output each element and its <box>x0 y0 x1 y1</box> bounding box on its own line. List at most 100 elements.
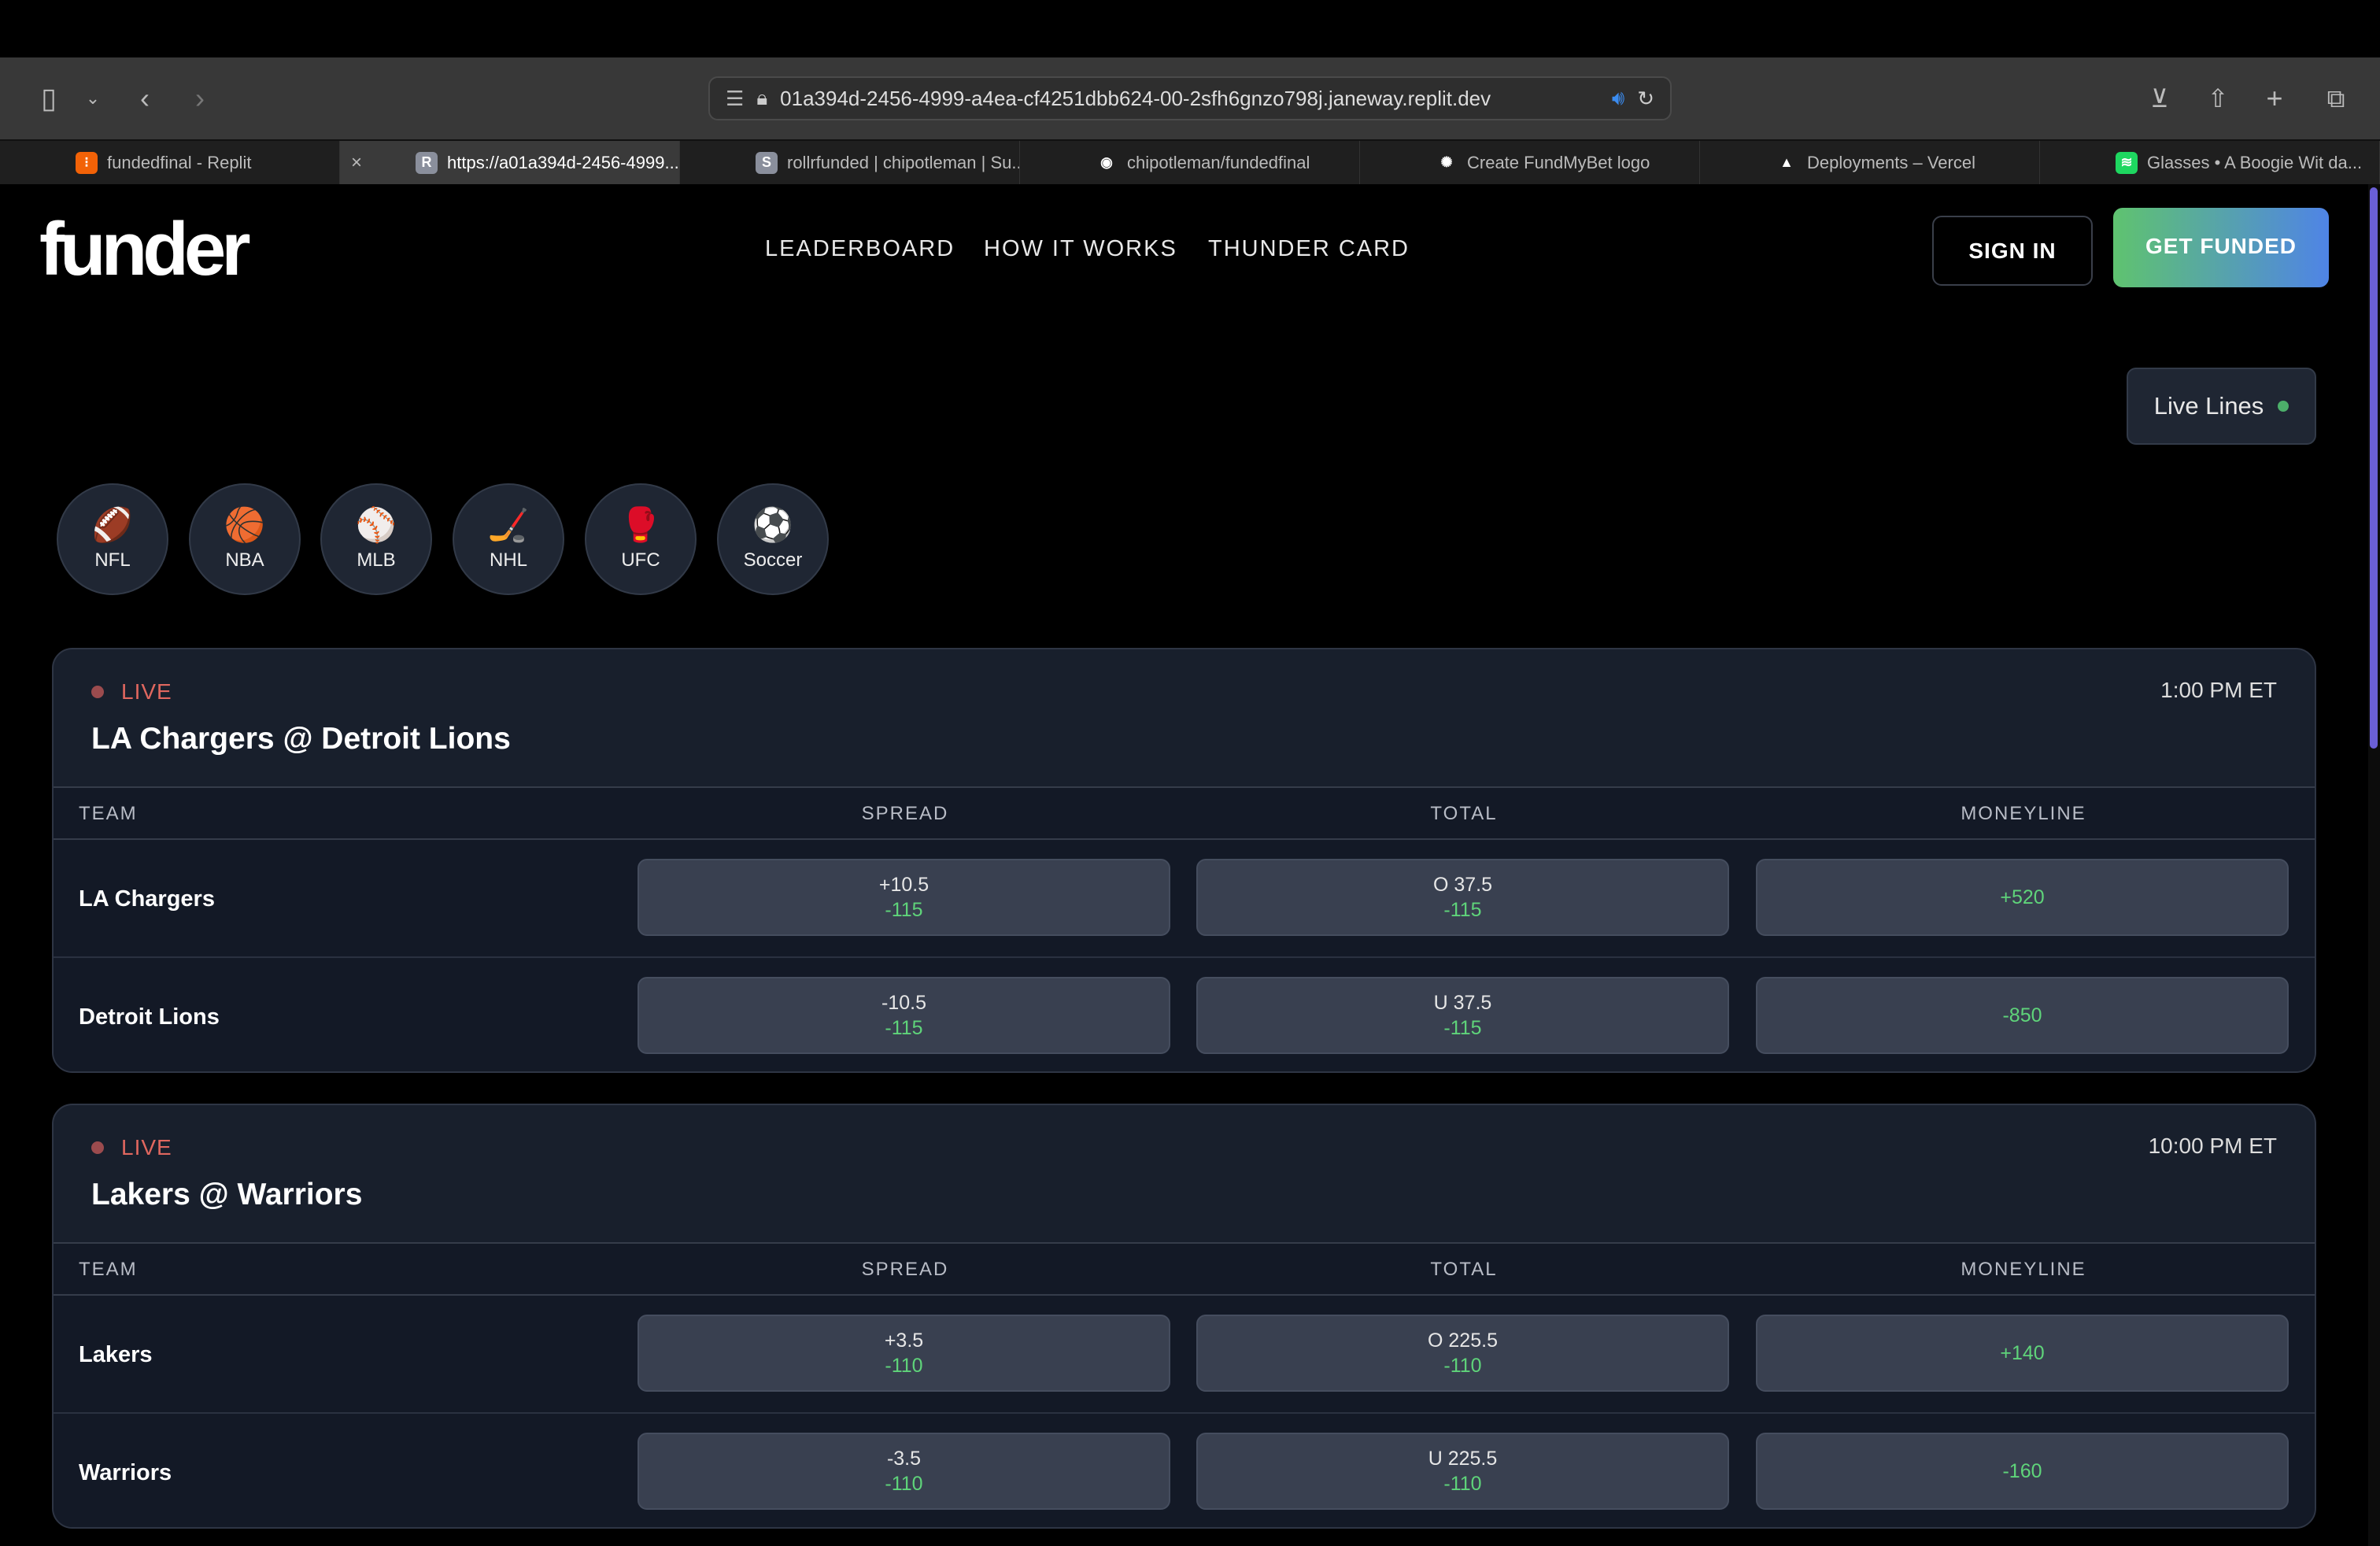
moneyline-bet-button[interactable]: -850 <box>1756 977 2289 1054</box>
team-name: Warriors <box>79 1460 172 1485</box>
game-card: LIVE 1:00 PM ET LA Chargers @ Detroit Li… <box>52 648 2316 1073</box>
scrollbar-thumb[interactable] <box>2370 187 2378 749</box>
window-titlebar <box>0 0 2380 57</box>
game-title: Lakers @ Warriors <box>91 1178 363 1211</box>
s-icon: S <box>756 151 778 174</box>
download-icon[interactable]: ⊻ <box>2142 81 2177 116</box>
nba-ball-icon: 🏀 <box>224 506 266 543</box>
share-icon[interactable]: ⇧ <box>2201 81 2235 116</box>
openai-icon: ✺ <box>1440 154 1453 170</box>
live-dot-icon <box>91 686 104 698</box>
moneyline-odds: +520 <box>2000 886 2045 908</box>
spread-line: +10.5 <box>878 874 929 896</box>
sign-in-button[interactable]: SIGN IN <box>1932 216 2093 286</box>
reader-icon[interactable]: ☰ <box>726 87 744 111</box>
total-bet-button[interactable]: U 225.5 -110 <box>1196 1433 1729 1510</box>
sport-filter-nfl[interactable]: 🏈 NFL <box>57 483 168 595</box>
live-indicator: LIVE <box>91 679 172 705</box>
spread-odds: -110 <box>885 1355 923 1377</box>
get-funded-button[interactable]: GET FUNDED <box>2113 208 2329 287</box>
forward-icon: › <box>195 82 205 114</box>
spread-bet-button[interactable]: -3.5 -110 <box>638 1433 1170 1510</box>
sport-filter-nba[interactable]: 🏀 NBA <box>189 483 301 595</box>
browser-tab[interactable]: × Rhttps://a01a394d-2456-4999... <box>340 141 680 184</box>
replit-icon: ⁝ <box>76 151 98 174</box>
table-header: TEAM SPREAD TOTAL MONEYLINE <box>54 1244 2315 1296</box>
nav-thunder-card[interactable]: THUNDER CARD <box>1208 236 1410 262</box>
game-time: 10:00 PM ET <box>2148 1134 2277 1158</box>
column-spread: SPREAD <box>861 1259 949 1280</box>
spotify-icon: ≋ <box>2116 151 2138 174</box>
tab-label: https://a01a394d-2456-4999... <box>447 152 679 172</box>
total-line: O 37.5 <box>1432 874 1493 896</box>
game-title: LA Chargers @ Detroit Lions <box>91 722 511 756</box>
spread-bet-button[interactable]: +3.5 -110 <box>638 1315 1170 1392</box>
total-line: U 37.5 <box>1433 992 1492 1014</box>
ufc-ball-icon: 🥊 <box>619 506 662 543</box>
total-line: O 225.5 <box>1428 1330 1498 1352</box>
new-tab-icon[interactable]: + <box>2257 81 2292 116</box>
team-name: Lakers <box>79 1342 153 1367</box>
speaker-icon[interactable]: 🔊︎ <box>1612 86 1624 111</box>
tab-label: chipotleman/fundedfinal <box>1127 152 1310 172</box>
tab-label: Deployments – Vercel <box>1807 152 1975 172</box>
moneyline-bet-button[interactable]: +520 <box>1756 859 2289 936</box>
sidebar-toggle-icon[interactable]: ▯ <box>31 81 66 116</box>
address-bar[interactable]: ☰ 🔒︎ 01a394d-2456-4999-a4ea-cf4251dbb624… <box>708 76 1672 120</box>
tab-label: Create FundMyBet logo <box>1467 152 1650 172</box>
reload-icon[interactable]: ↻ <box>1637 87 1654 111</box>
moneyline-bet-button[interactable]: -160 <box>1756 1433 2289 1510</box>
sport-label: NHL <box>489 549 527 571</box>
spread-line: +3.5 <box>884 1330 924 1352</box>
game-card: LIVE 10:00 PM ET Lakers @ Warriors TEAM … <box>52 1104 2316 1529</box>
table-row: Warriors -3.5 -110 U 225.5 -110 -160 <box>54 1414 2315 1527</box>
moneyline-odds: +140 <box>2000 1342 2045 1364</box>
mlb-ball-icon: ⚾ <box>355 506 397 543</box>
sport-label: NFL <box>94 549 131 571</box>
logo[interactable]: funder <box>39 206 251 293</box>
replit-r-icon: R <box>416 151 438 174</box>
browser-tab[interactable]: ⁝ fundedfinal - Replit <box>0 141 340 184</box>
browser-tab[interactable]: ≋ Glasses • A Boogie Wit da... <box>2040 141 2380 184</box>
browser-tab[interactable]: ✺ Create FundMyBet logo <box>1360 141 1700 184</box>
team-name: Detroit Lions <box>79 1004 220 1030</box>
soccer-ball-icon: ⚽ <box>752 506 794 543</box>
close-tab-icon[interactable]: × <box>351 152 362 174</box>
total-odds: -115 <box>1443 899 1482 921</box>
github-icon: ◉ <box>1100 154 1113 170</box>
nfl-ball-icon: 🏈 <box>91 506 134 543</box>
total-line: U 225.5 <box>1428 1448 1498 1470</box>
total-odds: -110 <box>1443 1473 1482 1495</box>
browser-tab[interactable]: ▲ Deployments – Vercel <box>1700 141 2040 184</box>
sport-filter-mlb[interactable]: ⚾ MLB <box>320 483 432 595</box>
tab-label: fundedfinal - Replit <box>107 152 252 172</box>
sport-filter-ufc[interactable]: 🥊 UFC <box>585 483 697 595</box>
live-indicator: LIVE <box>91 1135 172 1160</box>
back-icon[interactable]: ‹ <box>128 81 162 116</box>
sport-filter-soccer[interactable]: ⚽ Soccer <box>717 483 829 595</box>
live-dot-icon <box>91 1141 104 1154</box>
browser-tab[interactable]: ◉ chipotleman/fundedfinal <box>1020 141 1360 184</box>
odds-table: TEAM SPREAD TOTAL MONEYLINE LA Chargers … <box>54 786 2315 1071</box>
spread-odds: -115 <box>885 899 923 921</box>
nav-leaderboard[interactable]: LEADERBOARD <box>765 236 955 262</box>
tab-overview-icon[interactable]: ⧉ <box>2319 81 2353 116</box>
table-header: TEAM SPREAD TOTAL MONEYLINE <box>54 788 2315 840</box>
game-time: 1:00 PM ET <box>2160 678 2277 702</box>
tab-bar: ⁝ fundedfinal - Replit × Rhttps://a01a394d-… <box>0 139 2380 184</box>
browser-tab[interactable]: Srollrfunded | chipotleman | Su... <box>680 141 1020 184</box>
status-dot-icon <box>2278 401 2289 412</box>
total-bet-button[interactable]: O 225.5 -110 <box>1196 1315 1729 1392</box>
sport-label: UFC <box>621 549 660 571</box>
spread-bet-button[interactable]: +10.5 -115 <box>638 859 1170 936</box>
moneyline-bet-button[interactable]: +140 <box>1756 1315 2289 1392</box>
sport-filter-nhl[interactable]: 🏒 NHL <box>453 483 564 595</box>
lock-icon: 🔒︎ <box>756 86 768 109</box>
nav-how-it-works[interactable]: HOW IT WORKS <box>984 236 1177 262</box>
chevron-down-icon[interactable]: ⌄ <box>76 81 110 116</box>
live-lines-badge[interactable]: Live Lines <box>2127 368 2316 445</box>
total-bet-button[interactable]: U 37.5 -115 <box>1196 977 1729 1054</box>
total-bet-button[interactable]: O 37.5 -115 <box>1196 859 1729 936</box>
table-row: Detroit Lions -10.5 -115 U 37.5 -115 -850 <box>54 958 2315 1071</box>
spread-bet-button[interactable]: -10.5 -115 <box>638 977 1170 1054</box>
